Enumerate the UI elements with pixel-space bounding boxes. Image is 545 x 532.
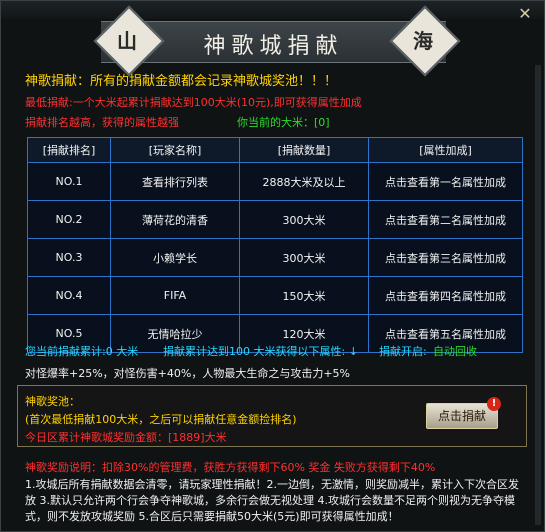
- threshold-info: 捐献累计达到100 大米获得以下属性: ↓: [163, 345, 358, 358]
- close-icon[interactable]: ✕: [512, 3, 538, 25]
- rank-cell: NO.1: [27, 162, 111, 201]
- player-cell[interactable]: 查看排行列表: [110, 162, 240, 201]
- player-cell: 小赖学长: [110, 238, 240, 277]
- header-bonus: [属性加成]: [368, 137, 523, 163]
- table-row: NO.1 查看排行列表 2888大米及以上 点击查看第一名属性加成: [27, 162, 523, 201]
- table-header-row: [捐献排名] [玩家名称] [捐献数量] [属性加成]: [27, 137, 523, 163]
- donation-status-label: 捐献开启:: [379, 345, 427, 358]
- donation-ranking-table: [捐献排名] [玩家名称] [捐献数量] [属性加成] NO.1 查看排行列表 …: [27, 137, 523, 353]
- scrollbar[interactable]: [535, 65, 541, 525]
- left-seal-text: 山: [117, 29, 137, 53]
- bonus-link[interactable]: 点击查看第三名属性加成: [368, 238, 523, 277]
- bonus-link[interactable]: 点击查看第四名属性加成: [368, 276, 523, 315]
- amount-cell: 2888大米及以上: [239, 162, 369, 201]
- amount-cell: 150大米: [239, 276, 369, 315]
- header-amount: [捐献数量]: [239, 137, 369, 163]
- window-topbar: [1, 1, 544, 19]
- rank-cell: NO.2: [27, 200, 111, 239]
- donation-window: ✕ 神歌城捐献 山 海 神歌捐献：所有的捐献金额都会记录神歌城奖池！！！ 最低捐…: [0, 0, 545, 532]
- table-row: NO.3 小赖学长 300大米 点击查看第三名属性加成: [27, 238, 523, 277]
- table-row: NO.2 薄荷花的清香 300大米 点击查看第二名属性加成: [27, 200, 523, 239]
- pool-title: 神歌奖池：: [25, 395, 80, 408]
- rank-cell: NO.3: [27, 238, 111, 277]
- header-player: [玩家名称]: [110, 137, 240, 163]
- alert-badge-icon: !: [487, 397, 501, 411]
- pool-note: (首次最低捐献100大米，之后可以捐献任意金额捡排名): [25, 413, 297, 426]
- bonus-attributes: 对怪爆率+25%，对怪伤害+40%，人物最大生命之与攻击力+5%: [25, 367, 350, 380]
- bonus-link[interactable]: 点击查看第一名属性加成: [368, 162, 523, 201]
- intro-line-2: 最低捐献:一个大米起累计捐献达到100大米(10元),即可获得属性加成: [25, 96, 362, 109]
- rank-cell: NO.4: [27, 276, 111, 315]
- reward-rules-body: 1.攻城后所有捐献数据会清零，请玩家理性捐献！2.一边倒，无激情，则奖励减半，累…: [25, 478, 519, 523]
- right-seal-text: 海: [413, 29, 433, 53]
- amount-cell: 300大米: [239, 200, 369, 239]
- player-cell: FIFA: [110, 276, 240, 315]
- reward-rules-headline: 神歌奖励说明：扣除30%的管理费，获胜方获得剩下60% 奖金 失败方获得剩下40…: [25, 461, 436, 474]
- intro-line-1: 神歌捐献：所有的捐献金额都会记录神歌城奖池！！！: [25, 74, 338, 89]
- my-total-donation: 您当前捐献累计:0 大米: [25, 345, 139, 358]
- auto-recycle-status[interactable]: 自动回收: [433, 343, 477, 359]
- amount-cell: 300大米: [239, 238, 369, 277]
- intro-line-3: 捐献排名越高，获得的属性越强: [25, 116, 179, 129]
- player-cell: 薄荷花的清香: [110, 200, 240, 239]
- table-row: NO.4 FIFA 150大米 点击查看第四名属性加成: [27, 276, 523, 315]
- my-rice-label: 你当前的大米：[0]: [237, 116, 330, 129]
- pool-today-amount: 今日区累计神歌城奖励金额：[1889]大米: [25, 431, 227, 444]
- header-rank: [捐献排名]: [27, 137, 111, 163]
- bonus-link[interactable]: 点击查看第二名属性加成: [368, 200, 523, 239]
